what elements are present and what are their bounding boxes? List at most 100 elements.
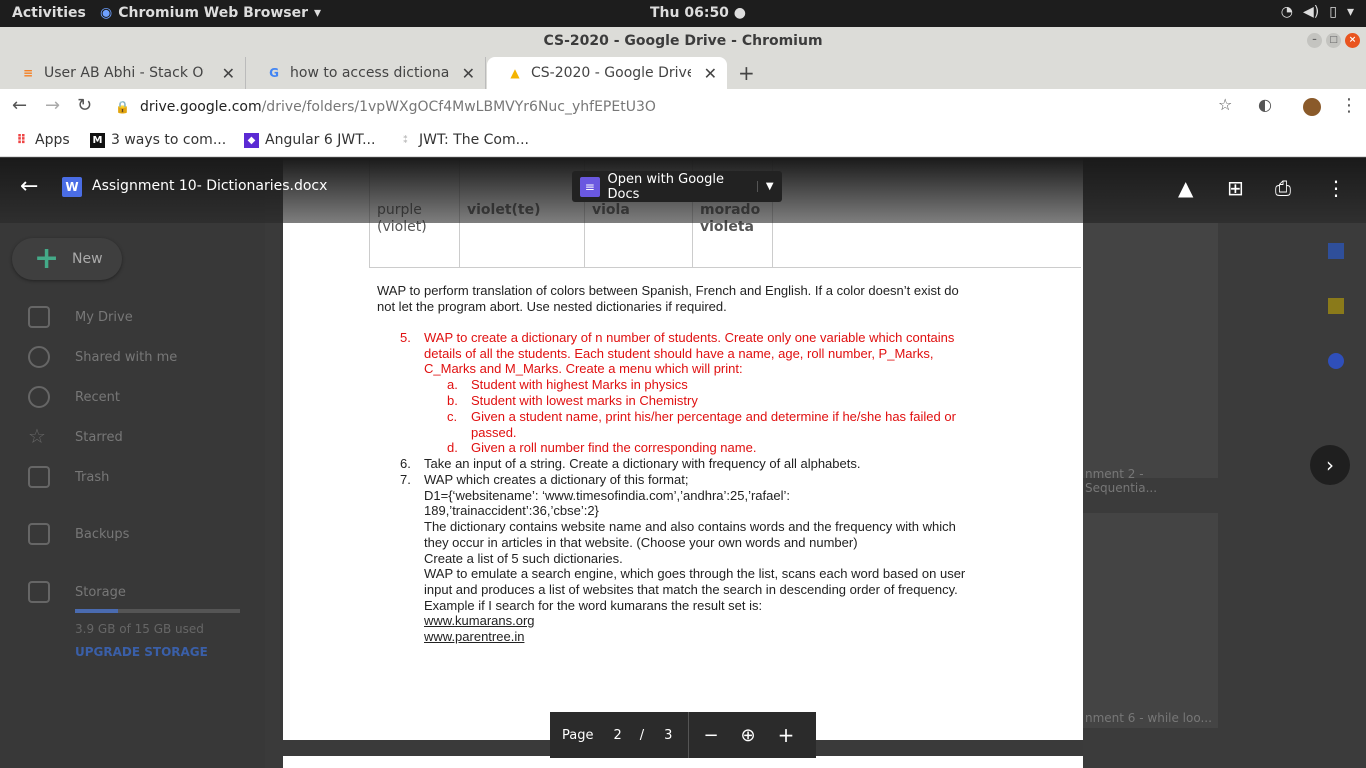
maximize-button[interactable]: □	[1326, 33, 1341, 48]
tab-google-search[interactable]: G how to access dictionary ✕	[246, 57, 486, 89]
q7-line: D1={‘websitename’: ‘www.timesofindia.com…	[424, 487, 790, 503]
zoom-out-icon[interactable]: −	[703, 725, 718, 746]
zoom-in-icon[interactable]: +	[778, 723, 795, 747]
close-window-button[interactable]: ×	[1345, 33, 1360, 48]
sidebar-item-shared[interactable]: Shared with me	[28, 346, 177, 368]
volume-icon: ◀)	[1303, 4, 1320, 20]
sidebar-item-my-drive[interactable]: My Drive	[28, 306, 133, 328]
sidebar-item-storage[interactable]: Storage	[28, 581, 126, 603]
sub-item-letter: b.	[447, 393, 458, 408]
tab-stackoverflow[interactable]: ≡ User AB Abhi - Stack Over ✕	[0, 57, 246, 89]
document-title: Assignment 10- Dictionaries.docx	[92, 178, 328, 194]
storage-used-text: 3.9 GB of 15 GB used	[75, 622, 204, 636]
new-tab-button[interactable]: +	[738, 61, 755, 85]
google-docs-icon: ≡	[580, 176, 600, 197]
page-current[interactable]: 2	[613, 728, 621, 743]
parentree-link[interactable]: www.parentree.in	[424, 629, 524, 644]
print-icon[interactable]: ⎙	[1275, 176, 1291, 200]
add-to-drive-icon[interactable]: ▲	[1178, 176, 1193, 200]
zoom-icon[interactable]: ⊕	[741, 725, 756, 746]
question-number: 5.	[400, 330, 411, 345]
bookmark-star-icon[interactable]: ☆	[1218, 95, 1232, 114]
my-drive-icon	[28, 306, 50, 328]
tasks-icon[interactable]	[1328, 353, 1344, 369]
upgrade-storage-link[interactable]: UPGRADE STORAGE	[75, 645, 208, 659]
backup-icon	[28, 523, 50, 545]
bookmark-label: JWT: The Com...	[419, 132, 529, 148]
sub-item: Given a roll number find the correspondi…	[471, 440, 757, 455]
profile-avatar[interactable]	[1303, 98, 1321, 116]
sidebar-item-label: Backups	[75, 526, 130, 542]
add-comment-icon[interactable]: ⊞	[1227, 176, 1244, 200]
people-icon	[28, 346, 50, 368]
plus-icon: +	[34, 241, 60, 276]
close-tab-icon[interactable]: ✕	[222, 64, 235, 83]
drive-app: + New My Drive Shared with me Recent ☆ Sta…	[0, 158, 1366, 768]
question-number: 7.	[400, 472, 411, 487]
dropdown-arrow-icon[interactable]: ▼	[756, 181, 782, 192]
next-file-button[interactable]: ›	[1310, 445, 1350, 485]
clock[interactable]: Thu 06:50 ●	[650, 5, 746, 21]
bookmark-apps[interactable]: ⠿ Apps	[14, 132, 70, 148]
tab-label: how to access dictionary	[290, 65, 450, 81]
open-with-google-docs-button[interactable]: ≡ Open with Google Docs ▼	[572, 171, 782, 202]
sub-item-letter: c.	[447, 409, 458, 424]
activities-button[interactable]: Activities	[12, 5, 86, 21]
url-path: /drive/folders/1vpWXgOCf4MwLBMVYr6Nuc_yh…	[261, 99, 656, 115]
bookmark-label: Apps	[35, 132, 70, 148]
address-bar[interactable]: 🔒 drive.google.com/drive/folders/1vpWXgOC…	[115, 93, 1245, 121]
document-page: purple (violet) violet(te) viola morado …	[283, 158, 1083, 740]
q7-line: WAP to emulate a search engine, which go…	[424, 566, 966, 582]
bookmark-jwt[interactable]: ⁑ JWT: The Com...	[398, 132, 529, 148]
sub-item-letter: a.	[447, 377, 458, 392]
sidebar-item-starred[interactable]: ☆ Starred	[28, 426, 123, 448]
back-arrow-icon[interactable]: ←	[20, 174, 38, 199]
close-tab-icon[interactable]: ✕	[704, 64, 717, 83]
app-menu[interactable]: ◉ Chromium Web Browser ▾	[100, 5, 321, 21]
page-total: 3	[664, 727, 673, 743]
close-tab-icon[interactable]: ✕	[462, 64, 475, 83]
sidebar-item-label: Recent	[75, 389, 120, 405]
system-tray[interactable]: ◔ ◀) ▯ ▾	[1281, 4, 1354, 20]
jwt-icon: ⁑	[402, 134, 409, 146]
clock-text: Thu 06:50	[650, 5, 729, 21]
browser-menu-icon[interactable]: ⋮	[1340, 95, 1358, 116]
bookmark-medium[interactable]: M 3 ways to com...	[90, 132, 226, 148]
bookmark-label: Angular 6 JWT...	[265, 132, 376, 148]
stackoverflow-icon: ≡	[22, 66, 34, 80]
drive-sidebar: + New My Drive Shared with me Recent ☆ Sta…	[0, 158, 265, 768]
keep-icon[interactable]	[1328, 298, 1344, 314]
storage-bar-fill	[75, 609, 118, 613]
q7-line: The dictionary contains website name and…	[424, 519, 956, 535]
file-thumbnail[interactable]: nment 2 - Sequentia...	[1083, 223, 1218, 495]
more-options-icon[interactable]: ⋮	[1326, 176, 1346, 200]
extension-icon[interactable]: ◐	[1258, 95, 1272, 114]
q7-line: 189,’trainaccident’:36,’cbse’:2}	[424, 503, 599, 519]
sidebar-item-trash[interactable]: Trash	[28, 466, 109, 488]
lock-icon: 🔒	[115, 100, 130, 114]
calendar-icon[interactable]	[1328, 243, 1344, 259]
file-grid-background: nment 2 - Sequentia... nment 6 - while l…	[1083, 223, 1366, 768]
question-number: 6.	[400, 456, 411, 471]
kumarans-link[interactable]: www.kumarans.org	[424, 613, 535, 628]
file-thumbnail[interactable]	[1083, 513, 1218, 728]
new-button[interactable]: + New	[12, 238, 122, 280]
viewer-header: ← W Assignment 10- Dictionaries.docx ≡ O…	[0, 158, 1366, 223]
sub-item: Given a student name, print his/her perc…	[471, 409, 956, 440]
page-separator: /	[639, 727, 645, 743]
sidebar-item-recent[interactable]: Recent	[28, 386, 120, 408]
reload-button[interactable]: ↻	[77, 95, 92, 116]
tab-label: CS-2020 - Google Drive	[531, 65, 691, 81]
sub-item: Student with lowest marks in Chemistry	[471, 393, 698, 408]
back-button[interactable]: ←	[12, 95, 27, 116]
page-label: Page	[562, 727, 594, 743]
tab-google-drive[interactable]: ▲ CS-2020 - Google Drive ✕	[487, 57, 727, 89]
bookmarks-bar: ⠿ Apps M 3 ways to com... ◆ Angular 6 JWT..…	[0, 125, 1366, 157]
forward-button[interactable]: →	[45, 95, 60, 116]
sidebar-item-backups[interactable]: Backups	[28, 523, 129, 545]
q7-line: WAP which creates a dictionary of this f…	[424, 472, 689, 487]
minimize-button[interactable]: –	[1307, 33, 1322, 48]
bookmark-site-icon: ◆	[244, 132, 259, 148]
q7-line: input and produces a list of websites th…	[424, 581, 958, 597]
bookmark-angular[interactable]: ◆ Angular 6 JWT...	[244, 132, 375, 148]
